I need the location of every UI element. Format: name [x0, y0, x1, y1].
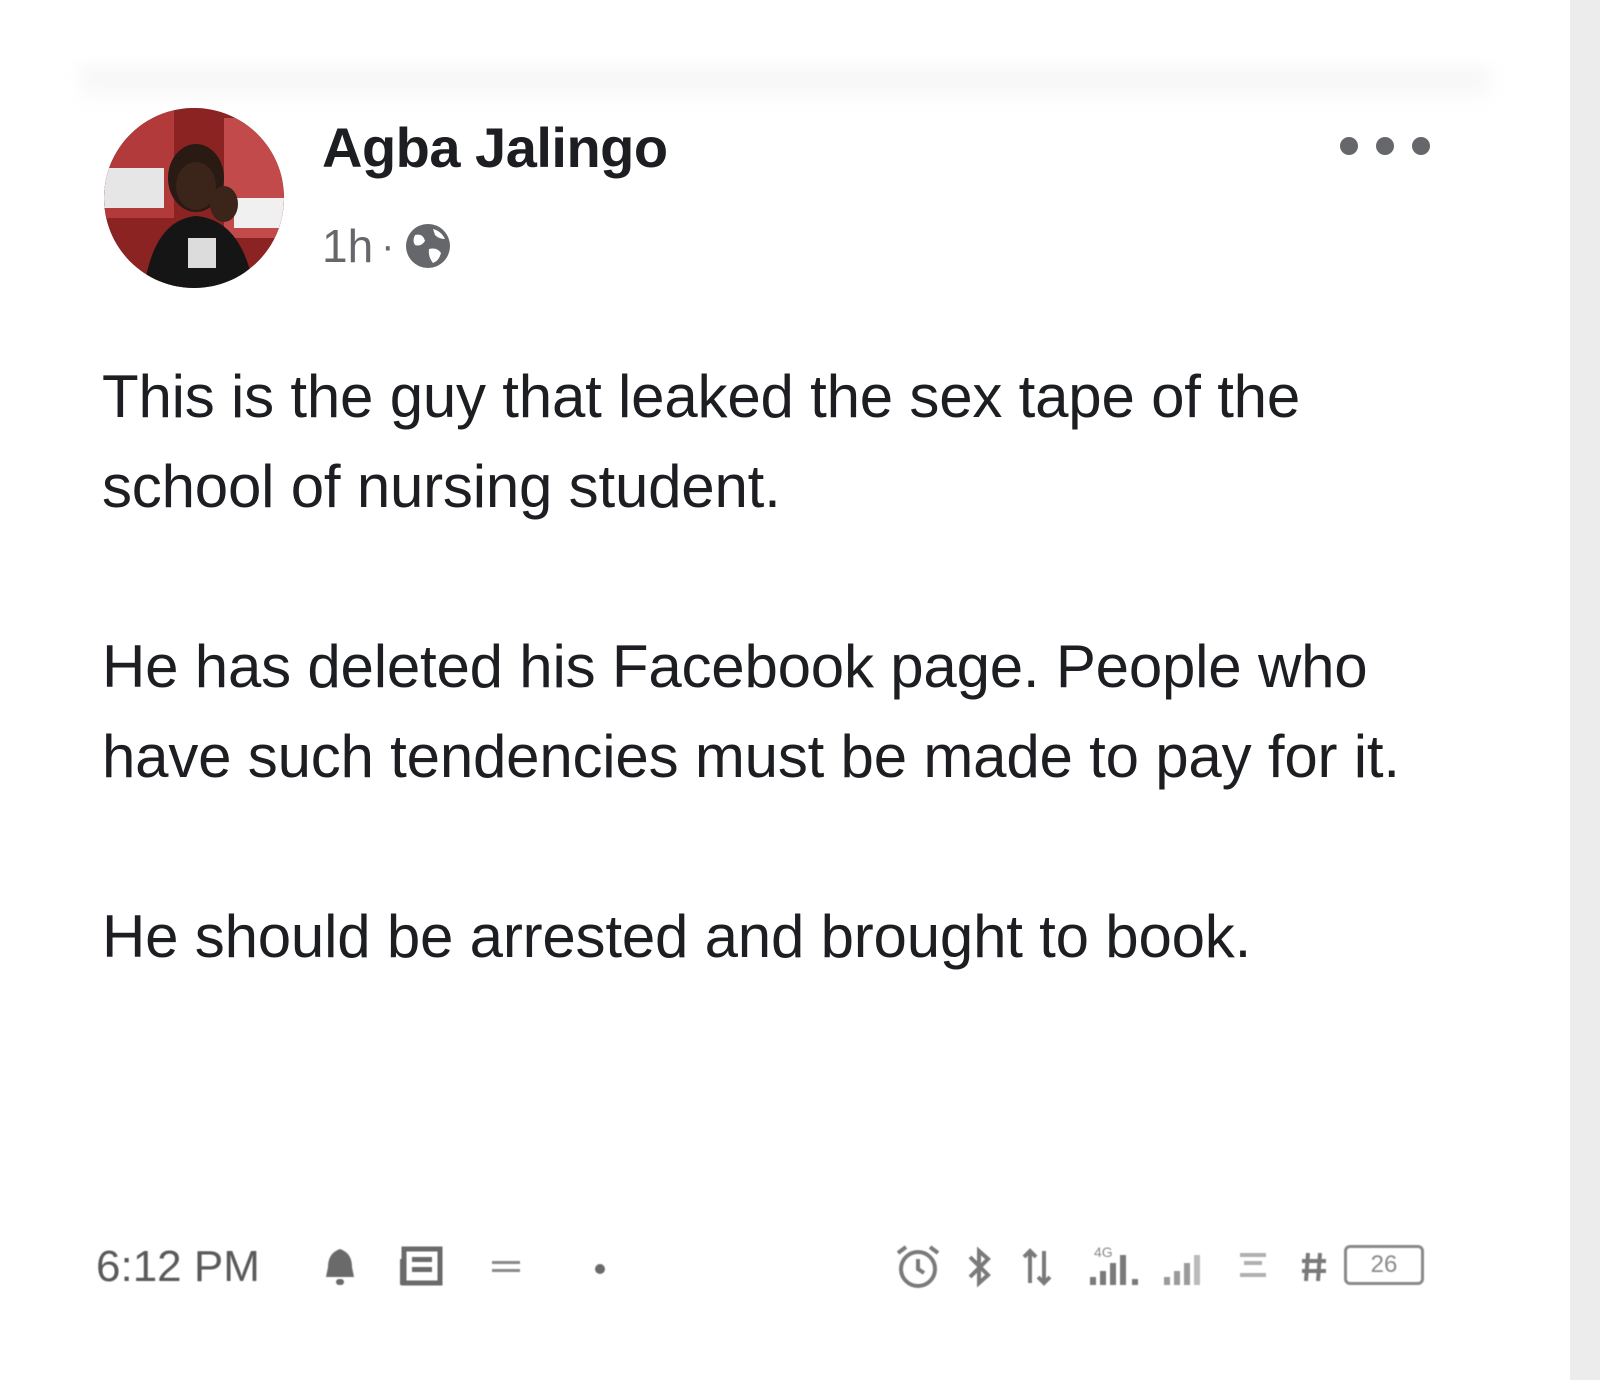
hotspot-icon	[1302, 1252, 1326, 1282]
screen: Agba Jalingo 1h · This is the guy that l…	[0, 0, 1570, 1380]
dot-icon	[595, 1264, 605, 1274]
data-arrows-icon	[1022, 1248, 1052, 1286]
post-meta: 1h ·	[322, 216, 453, 276]
post-paragraph: This is the guy that leaked the sex tape…	[102, 363, 1301, 520]
cast-icon	[492, 1261, 520, 1272]
post-timestamp[interactable]: 1h	[322, 216, 373, 276]
globe-icon	[405, 224, 450, 268]
status-bar: 6:12 PM 4G 26	[0, 1232, 1570, 1302]
top-fade	[80, 68, 1490, 108]
more-options-button[interactable]	[1340, 128, 1430, 164]
post-paragraph: He has deleted his Facebook page. People…	[102, 633, 1400, 790]
more-options-dot	[1376, 137, 1394, 155]
more-options-icon	[1340, 137, 1358, 155]
post-body: This is the guy that leaked the sex tape…	[102, 352, 1482, 982]
meta-separator: ·	[381, 224, 395, 268]
network-speed-icon	[1240, 1253, 1266, 1277]
more-options-dot	[1412, 137, 1430, 155]
signal-4g-icon: 4G	[1090, 1244, 1138, 1285]
battery-level: 26	[1370, 1251, 1398, 1278]
scroll-gutter	[1570, 0, 1600, 1380]
bluetooth-icon	[968, 1246, 991, 1288]
post-paragraph: He should be arrested and brought to boo…	[102, 903, 1252, 970]
status-time: 6:12 PM	[96, 1242, 260, 1291]
signal-icon	[1164, 1255, 1200, 1285]
avatar-photo	[104, 108, 284, 288]
author-avatar[interactable]	[104, 108, 284, 288]
author-name[interactable]: Agba Jalingo	[322, 112, 668, 184]
alarm-icon	[896, 1245, 940, 1288]
news-icon	[400, 1246, 443, 1286]
notification-bell-icon	[326, 1249, 354, 1285]
battery-indicator: 26	[1344, 1245, 1424, 1285]
svg-text:4G: 4G	[1094, 1244, 1113, 1260]
